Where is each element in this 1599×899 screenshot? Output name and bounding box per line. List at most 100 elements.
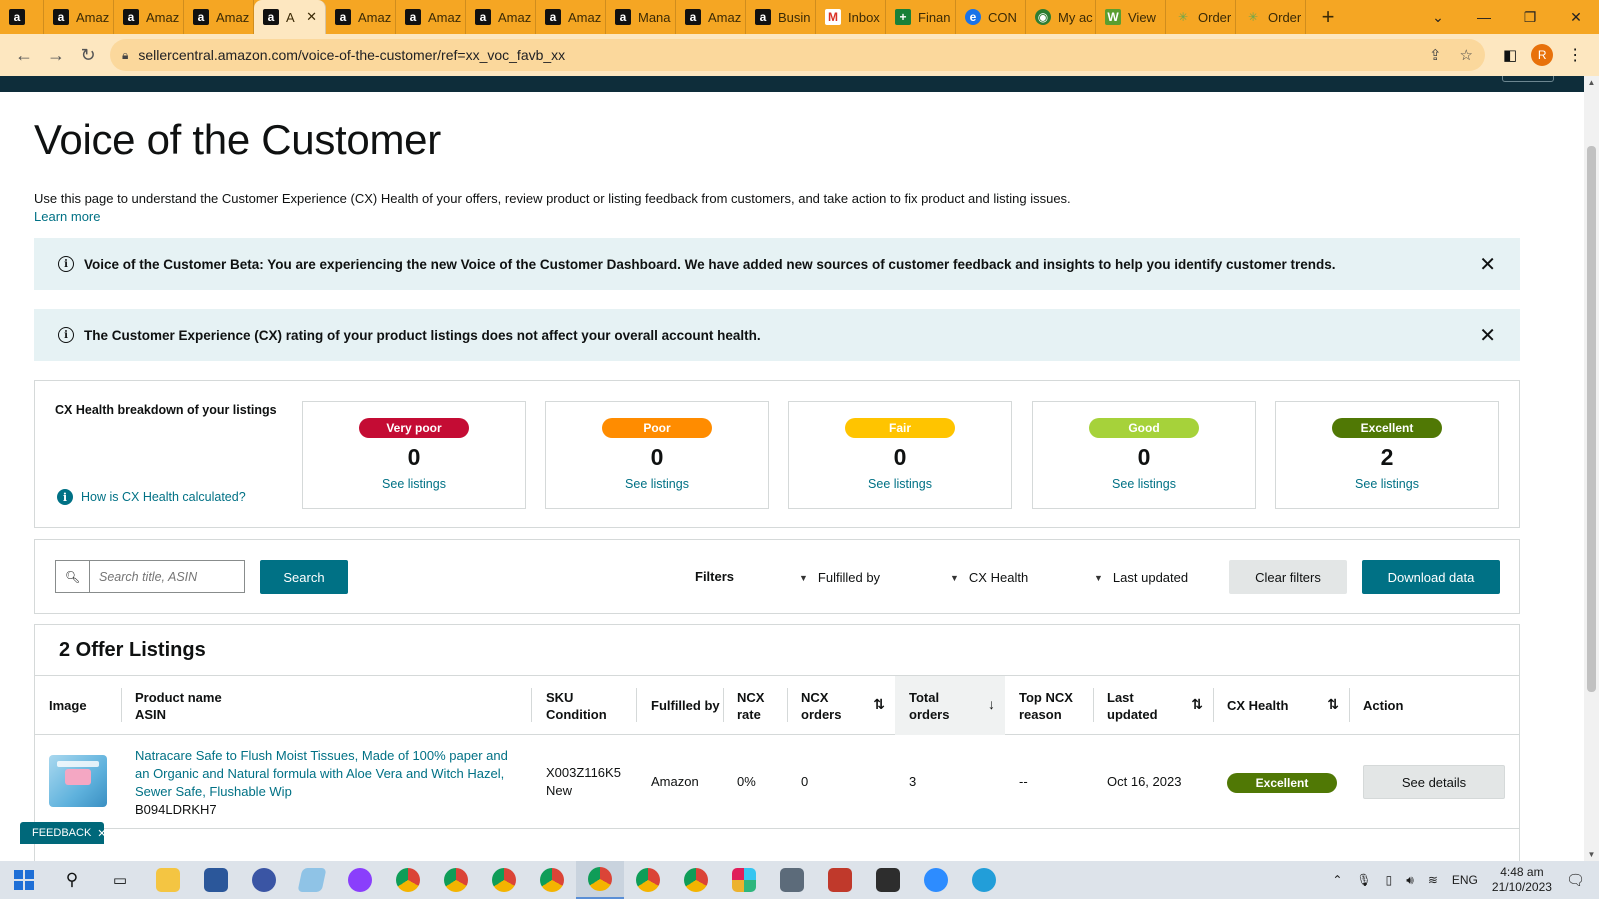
chrome-icon[interactable] bbox=[528, 861, 576, 899]
bookmark-star-icon[interactable]: ☆ bbox=[1460, 46, 1473, 64]
chrome-icon[interactable] bbox=[384, 861, 432, 899]
product-name-link[interactable]: Natracare Safe to Flush Moist Tissues, M… bbox=[135, 747, 515, 801]
page-scrollbar[interactable]: ▲ ▼ bbox=[1584, 76, 1599, 861]
app-icon[interactable] bbox=[864, 861, 912, 899]
app-icon[interactable] bbox=[240, 861, 288, 899]
notepad-icon[interactable] bbox=[288, 861, 336, 899]
close-icon[interactable]: ✕ bbox=[1479, 252, 1496, 277]
browser-tab[interactable]: a Amaz bbox=[184, 0, 254, 34]
browser-tab[interactable]: a bbox=[0, 0, 44, 34]
zoom-icon[interactable] bbox=[912, 861, 960, 899]
browser-tab[interactable]: a Amaz bbox=[466, 0, 536, 34]
col-product-name[interactable]: Product name ASIN bbox=[121, 676, 531, 735]
chrome-icon[interactable] bbox=[672, 861, 720, 899]
profile-avatar[interactable]: R bbox=[1531, 44, 1554, 66]
app-icon[interactable] bbox=[816, 861, 864, 899]
cx-health-filter[interactable]: ▼ CX Health bbox=[950, 570, 1028, 585]
browser-tab[interactable]: W View bbox=[1096, 0, 1166, 34]
browser-tab[interactable]: a Amaz bbox=[114, 0, 184, 34]
browser-tab-active[interactable]: a A ✕ bbox=[254, 0, 326, 34]
col-sku[interactable]: SKU Condition bbox=[532, 676, 636, 735]
sort-icon[interactable]: ⇅ bbox=[873, 696, 885, 713]
fulfilled-by-filter[interactable]: ▼ Fulfilled by bbox=[799, 570, 880, 585]
close-icon[interactable]: ✕ bbox=[1479, 323, 1496, 348]
close-icon[interactable]: ✕ bbox=[97, 827, 106, 840]
sort-icon[interactable]: ⇅ bbox=[1191, 696, 1203, 713]
last-updated-filter[interactable]: ▼ Last updated bbox=[1094, 570, 1188, 585]
chrome-icon[interactable] bbox=[576, 861, 624, 899]
scroll-up-icon[interactable]: ▲ bbox=[1584, 78, 1599, 87]
menu-kebab-icon[interactable]: ⋮ bbox=[1567, 45, 1583, 65]
browser-tab[interactable]: a Amaz bbox=[536, 0, 606, 34]
wifi-icon[interactable]: ≋ bbox=[1428, 873, 1438, 887]
see-listings-link[interactable]: See listings bbox=[625, 477, 689, 491]
browser-tab[interactable]: ✳ Order bbox=[1236, 0, 1306, 34]
sort-descending-icon[interactable]: ↓ bbox=[988, 696, 995, 713]
search-input[interactable] bbox=[90, 561, 240, 592]
language-indicator[interactable]: ENG bbox=[1452, 873, 1478, 887]
chevron-up-icon[interactable]: ⌃ bbox=[1332, 873, 1342, 887]
see-listings-link[interactable]: See listings bbox=[1112, 477, 1176, 491]
minimize-icon[interactable]: — bbox=[1461, 0, 1507, 34]
browser-tab[interactable]: + Finan bbox=[886, 0, 956, 34]
see-listings-link[interactable]: See listings bbox=[1355, 477, 1419, 491]
browser-tab[interactable]: M Inbox bbox=[816, 0, 886, 34]
clock[interactable]: 4:48 am 21/10/2023 bbox=[1492, 865, 1552, 895]
download-data-button[interactable]: Download data bbox=[1362, 560, 1500, 594]
feedback-tab[interactable]: FEEDBACK ✕ bbox=[20, 822, 107, 844]
scroll-down-icon[interactable]: ▼ bbox=[1584, 850, 1599, 859]
tab-search-icon[interactable]: ⌄ bbox=[1415, 0, 1461, 34]
slack-icon[interactable] bbox=[720, 861, 768, 899]
col-ncx-orders[interactable]: NCX orders ⇅ bbox=[787, 676, 895, 735]
browser-tab[interactable]: ◉ My ac bbox=[1026, 0, 1096, 34]
close-tab-icon[interactable]: ✕ bbox=[306, 9, 317, 25]
scrollbar-thumb[interactable] bbox=[1587, 146, 1596, 692]
microphone-icon[interactable]: 🎙︎ bbox=[1356, 873, 1371, 887]
address-bar[interactable]: 🔒︎ sellercentral.amazon.com/voice-of-the… bbox=[110, 39, 1485, 71]
search-button[interactable]: Search bbox=[260, 560, 348, 594]
browser-tab[interactable]: a Mana bbox=[606, 0, 676, 34]
browser-tab[interactable]: e CON bbox=[956, 0, 1026, 34]
col-ncx-rate[interactable]: NCX rate bbox=[723, 676, 787, 735]
col-cx-health[interactable]: CX Health ⇅ bbox=[1213, 676, 1349, 735]
restore-icon[interactable]: ❐ bbox=[1507, 0, 1553, 34]
forward-icon[interactable]: → bbox=[40, 39, 72, 71]
telegram-icon[interactable] bbox=[960, 861, 1008, 899]
product-thumbnail[interactable] bbox=[49, 755, 107, 807]
see-listings-link[interactable]: See listings bbox=[382, 477, 446, 491]
side-panel-icon[interactable]: ◧ bbox=[1503, 46, 1517, 64]
browser-tab[interactable]: a Amaz bbox=[326, 0, 396, 34]
chrome-icon[interactable] bbox=[624, 861, 672, 899]
see-listings-link[interactable]: See listings bbox=[868, 477, 932, 491]
battery-icon[interactable]: ▯ bbox=[1386, 873, 1393, 887]
how-cx-health-link[interactable]: i How is CX Health calculated? bbox=[57, 489, 246, 505]
col-last-updated[interactable]: Last updated ⇅ bbox=[1093, 676, 1213, 735]
col-fulfilled-by[interactable]: Fulfilled by bbox=[637, 676, 723, 735]
start-button[interactable] bbox=[0, 861, 48, 899]
word-icon[interactable] bbox=[192, 861, 240, 899]
file-explorer-icon[interactable] bbox=[144, 861, 192, 899]
search-icon[interactable]: ⚲ bbox=[48, 861, 96, 899]
back-icon[interactable]: ← bbox=[8, 39, 40, 71]
share-icon[interactable]: ⇪ bbox=[1429, 46, 1442, 64]
learn-more-link[interactable]: Learn more bbox=[34, 208, 1520, 226]
close-window-icon[interactable]: ✕ bbox=[1553, 0, 1599, 34]
browser-tab[interactable]: ✳ Order bbox=[1166, 0, 1236, 34]
sort-icon[interactable]: ⇅ bbox=[1327, 696, 1339, 713]
chrome-icon[interactable] bbox=[480, 861, 528, 899]
chrome-icon[interactable] bbox=[432, 861, 480, 899]
notifications-icon[interactable]: 🗨︎ bbox=[1566, 871, 1585, 889]
browser-tab[interactable]: a Amaz bbox=[44, 0, 114, 34]
volume-icon[interactable]: 🔊︎ bbox=[1406, 873, 1414, 888]
see-details-button[interactable]: See details bbox=[1363, 765, 1505, 799]
clear-filters-button[interactable]: Clear filters bbox=[1229, 560, 1347, 594]
col-top-ncx-reason[interactable]: Top NCX reason bbox=[1005, 676, 1093, 735]
browser-tab[interactable]: a Busin bbox=[746, 0, 816, 34]
reload-icon[interactable]: ↻ bbox=[72, 39, 104, 71]
col-total-orders[interactable]: Total orders ↓ bbox=[895, 676, 1005, 735]
browser-tab[interactable]: a Amaz bbox=[396, 0, 466, 34]
app-icon[interactable] bbox=[336, 861, 384, 899]
browser-tab[interactable]: a Amaz bbox=[676, 0, 746, 34]
task-view-icon[interactable]: ▭ bbox=[96, 861, 144, 899]
new-tab-button[interactable]: + bbox=[1306, 4, 1350, 30]
